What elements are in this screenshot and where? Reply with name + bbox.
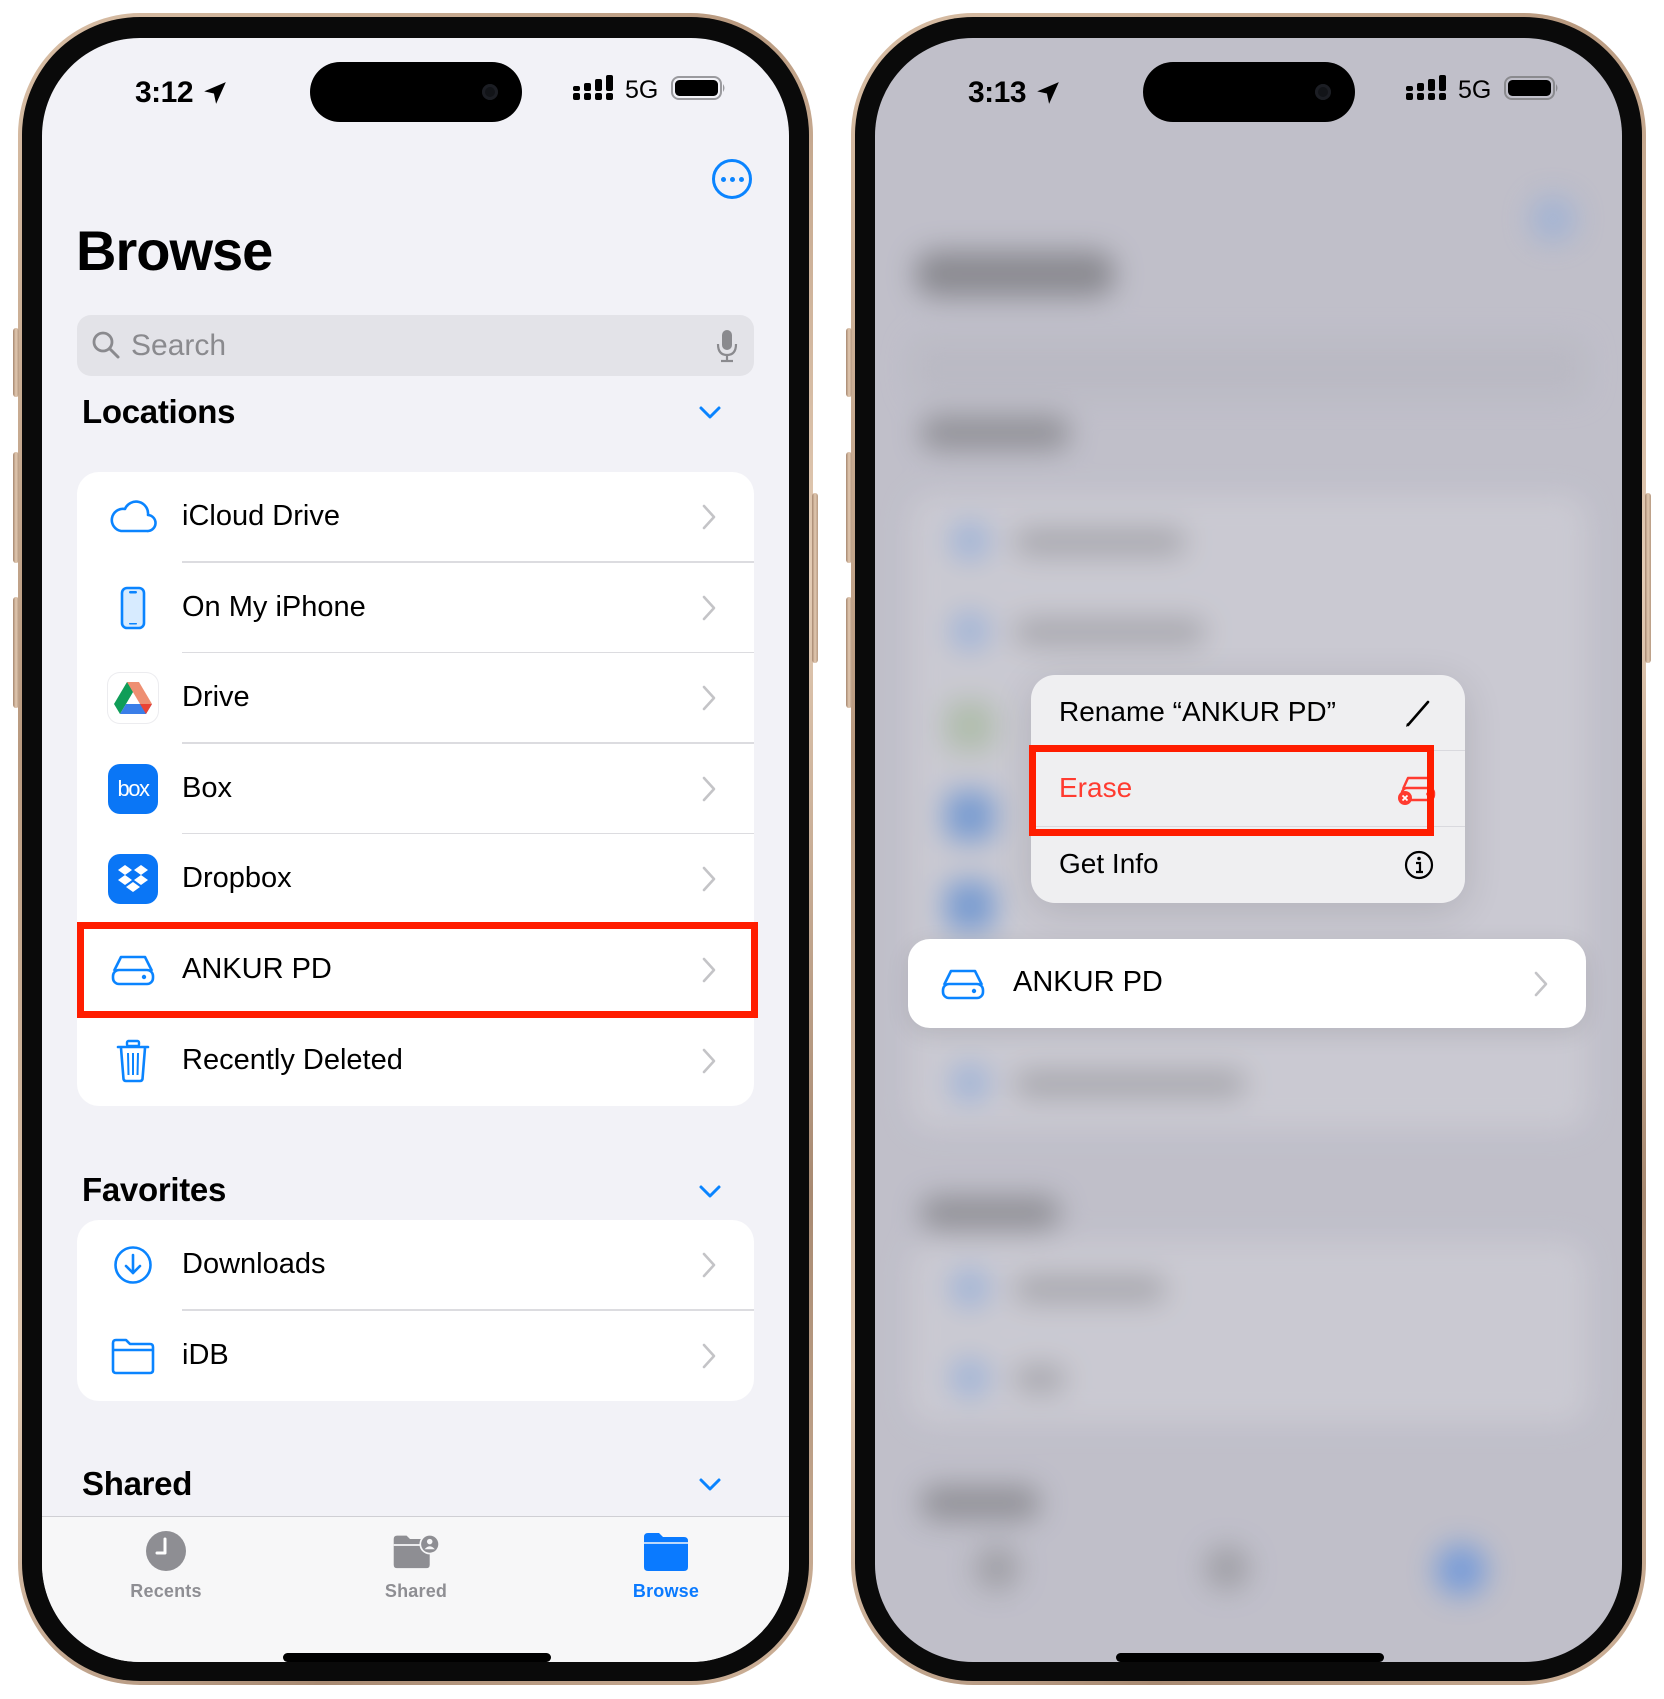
clock-icon <box>146 1531 186 1571</box>
chevron-right-icon <box>1534 971 1548 997</box>
folder-icon <box>108 1331 158 1381</box>
favorite-item-idb[interactable]: iDB <box>77 1311 754 1401</box>
ankur-pd-highlight-box <box>77 922 758 1018</box>
files-browse-screen: 3:12 5G Browse Search Locations iCloud D… <box>42 38 789 1662</box>
menu-item-label: Get Info <box>1059 848 1159 879</box>
volume-up-button <box>846 452 852 563</box>
tab-bar: Recents Shared Browse <box>42 1516 789 1662</box>
icloud-icon <box>108 492 158 542</box>
item-label: On My iPhone <box>182 590 366 623</box>
chevron-right-icon <box>702 776 716 802</box>
item-label: iDB <box>182 1338 229 1371</box>
volume-down-button <box>13 597 19 708</box>
shared-folder-icon <box>393 1533 440 1569</box>
action-button <box>846 328 852 397</box>
menu-item-get-info[interactable]: Get Info <box>1031 827 1465 903</box>
tab-recents[interactable]: Recents <box>96 1529 236 1619</box>
location-item-icloud-drive[interactable]: iCloud Drive <box>77 472 754 563</box>
battery-full-icon <box>671 76 725 100</box>
chevron-right-icon <box>702 504 716 530</box>
menu-item-label: Rename “ANKUR PD” <box>1059 696 1336 727</box>
chevron-right-icon <box>702 867 716 892</box>
location-arrow-icon <box>204 82 226 104</box>
context-menu-screen: 3:13 5G Rename “ANKUR PD” Erase Get Info… <box>875 38 1622 1662</box>
search-placeholder: Search <box>131 329 227 362</box>
tab-label: Shared <box>384 1581 448 1601</box>
more-options-button[interactable] <box>712 159 752 199</box>
network-type: 5G <box>625 76 659 104</box>
microphone-icon[interactable] <box>716 329 738 363</box>
ankur-pd-preview[interactable]: ANKUR PD <box>908 939 1586 1028</box>
location-item-box[interactable]: box Box <box>77 744 754 835</box>
favorites-section-header: Favorites <box>82 1171 227 1208</box>
favorite-item-downloads[interactable]: Downloads <box>77 1220 754 1311</box>
erase-highlight-box <box>1029 745 1434 836</box>
chevron-right-icon <box>702 1048 716 1073</box>
download-circle-icon <box>108 1240 158 1290</box>
location-item-recently-deleted[interactable]: Recently Deleted <box>77 1016 754 1106</box>
folder-fill-icon <box>644 1533 688 1571</box>
location-item-on-my-iphone[interactable]: On My iPhone <box>77 563 754 654</box>
item-label: Box <box>182 771 232 804</box>
locations-section-header: Locations <box>82 393 236 430</box>
ellipsis-circle-icon <box>720 176 726 182</box>
chevron-down-icon[interactable] <box>698 405 722 421</box>
dynamic-island <box>1143 62 1355 122</box>
location-item-drive[interactable]: Drive <box>77 653 754 744</box>
box-logo-text: box <box>117 775 150 801</box>
trash-icon <box>108 1036 158 1086</box>
menu-item-rename[interactable]: Rename “ANKUR PD” <box>1031 675 1465 751</box>
front-camera <box>482 84 498 100</box>
magnifying-glass-icon <box>92 331 120 359</box>
favorites-list: Downloads iDB <box>77 1220 754 1401</box>
chevron-right-icon <box>702 685 716 711</box>
iphone-icon <box>108 583 158 633</box>
cellular-signal-icon <box>1406 75 1446 100</box>
tab-shared[interactable]: Shared <box>346 1529 486 1619</box>
box-app-icon: box <box>108 763 158 814</box>
action-button <box>13 328 19 397</box>
battery-full-icon <box>1504 76 1558 100</box>
phone-right: 3:13 5G Rename “ANKUR PD” Erase Get Info… <box>846 13 1651 1685</box>
search-field[interactable]: Search <box>77 315 754 376</box>
side-button <box>812 493 818 663</box>
phone-left: 3:12 5G Browse Search Locations iCloud D… <box>13 13 818 1685</box>
pencil-icon <box>1406 700 1430 727</box>
network-type: 5G <box>1458 76 1492 104</box>
item-label: ANKUR PD <box>1013 966 1163 998</box>
google-drive-icon <box>108 673 158 724</box>
item-label: iCloud Drive <box>182 500 340 532</box>
location-item-dropbox[interactable]: Dropbox <box>77 834 754 925</box>
home-indicator[interactable] <box>283 1653 551 1662</box>
cellular-signal-icon <box>573 75 613 100</box>
item-label: Dropbox <box>182 862 292 895</box>
shared-section-header: Shared <box>82 1465 193 1502</box>
item-label: Recently Deleted <box>182 1043 403 1076</box>
chevron-down-icon[interactable] <box>698 1477 722 1493</box>
chevron-right-icon <box>702 1252 716 1278</box>
tab-browse[interactable]: Browse <box>596 1529 736 1619</box>
volume-up-button <box>13 452 19 563</box>
info-circle-icon <box>1404 850 1434 880</box>
item-label: Drive <box>182 681 250 714</box>
tab-label: Browse <box>632 1581 700 1601</box>
volume-down-button <box>846 597 852 708</box>
home-indicator[interactable] <box>1116 1653 1384 1662</box>
page-title: Browse <box>76 219 273 282</box>
location-arrow-icon <box>1037 82 1059 104</box>
side-button <box>1645 493 1651 663</box>
status-time: 3:12 <box>135 76 194 109</box>
chevron-right-icon <box>702 1343 716 1368</box>
dropbox-icon <box>108 854 158 905</box>
chevron-right-icon <box>702 595 716 620</box>
chevron-down-icon[interactable] <box>698 1184 722 1200</box>
external-drive-icon <box>938 959 988 1009</box>
tab-label: Recents <box>130 1581 202 1601</box>
dynamic-island <box>310 62 522 122</box>
status-time: 3:13 <box>968 76 1027 109</box>
item-label: Downloads <box>182 1248 326 1280</box>
front-camera <box>1315 84 1331 100</box>
